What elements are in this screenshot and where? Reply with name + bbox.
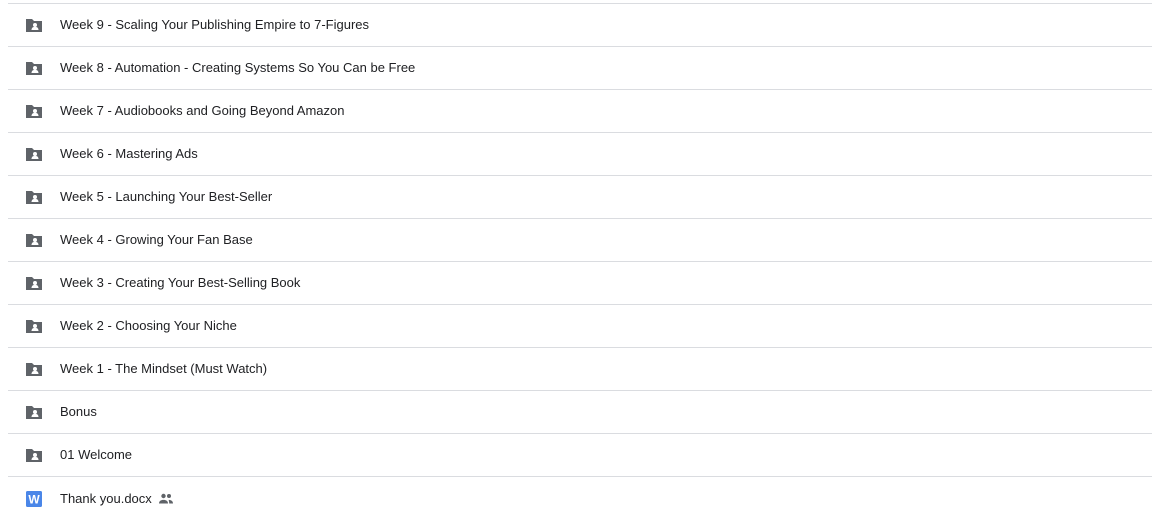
list-item[interactable]: Week 7 - Audiobooks and Going Beyond Ama…: [8, 90, 1152, 133]
item-name: Week 9 - Scaling Your Publishing Empire …: [60, 17, 370, 32]
shared-folder-icon: [24, 15, 44, 35]
item-name: Week 2 - Choosing Your Niche: [60, 318, 237, 333]
item-name: Week 7 - Audiobooks and Going Beyond Ama…: [60, 103, 345, 118]
item-name: Week 8 - Automation - Creating Systems S…: [60, 60, 416, 75]
shared-folder-icon: [24, 445, 44, 465]
shared-folder-icon: [24, 58, 44, 78]
list-item[interactable]: Week 6 - Mastering Ads: [8, 133, 1152, 176]
shared-folder-icon: [24, 187, 44, 207]
item-name: Week 5 - Launching Your Best-Seller: [60, 189, 273, 204]
item-name: Week 6 - Mastering Ads: [60, 146, 198, 161]
list-item[interactable]: Week 4 - Growing Your Fan Base: [8, 219, 1152, 262]
shared-folder-icon: [24, 402, 44, 422]
item-name: Week 1 - The Mindset (Must Watch): [60, 361, 268, 376]
word-doc-icon: W: [24, 489, 44, 509]
word-icon-letter: W: [28, 492, 40, 506]
shared-folder-icon: [24, 101, 44, 121]
item-name: 01 Welcome: [60, 447, 133, 462]
item-name: Week 4 - Growing Your Fan Base: [60, 232, 253, 247]
shared-folder-icon: [24, 144, 44, 164]
shared-folder-icon: [24, 230, 44, 250]
item-name: Bonus: [60, 404, 97, 419]
list-item[interactable]: Week 8 - Automation - Creating Systems S…: [8, 47, 1152, 90]
shared-folder-icon: [24, 273, 44, 293]
item-name: Thank you.docx: [60, 490, 152, 506]
list-item[interactable]: Week 3 - Creating Your Best-Selling Book: [8, 262, 1152, 305]
list-item[interactable]: Week 2 - Choosing Your Niche: [8, 305, 1152, 348]
list-item[interactable]: Week 1 - The Mindset (Must Watch): [8, 348, 1152, 391]
list-item[interactable]: Bonus: [8, 391, 1152, 434]
shared-folder-icon: [24, 359, 44, 379]
list-item[interactable]: 01 Welcome: [8, 434, 1152, 477]
list-item[interactable]: Week 9 - Scaling Your Publishing Empire …: [8, 4, 1152, 47]
item-name: Week 3 - Creating Your Best-Selling Book: [60, 275, 301, 290]
shared-folder-icon: [24, 316, 44, 336]
list-item[interactable]: Week 5 - Launching Your Best-Seller: [8, 176, 1152, 219]
list-item[interactable]: W Thank you.docx: [8, 477, 1152, 520]
file-list: Week 9 - Scaling Your Publishing Empire …: [0, 0, 1152, 519]
people-icon: [158, 491, 174, 507]
